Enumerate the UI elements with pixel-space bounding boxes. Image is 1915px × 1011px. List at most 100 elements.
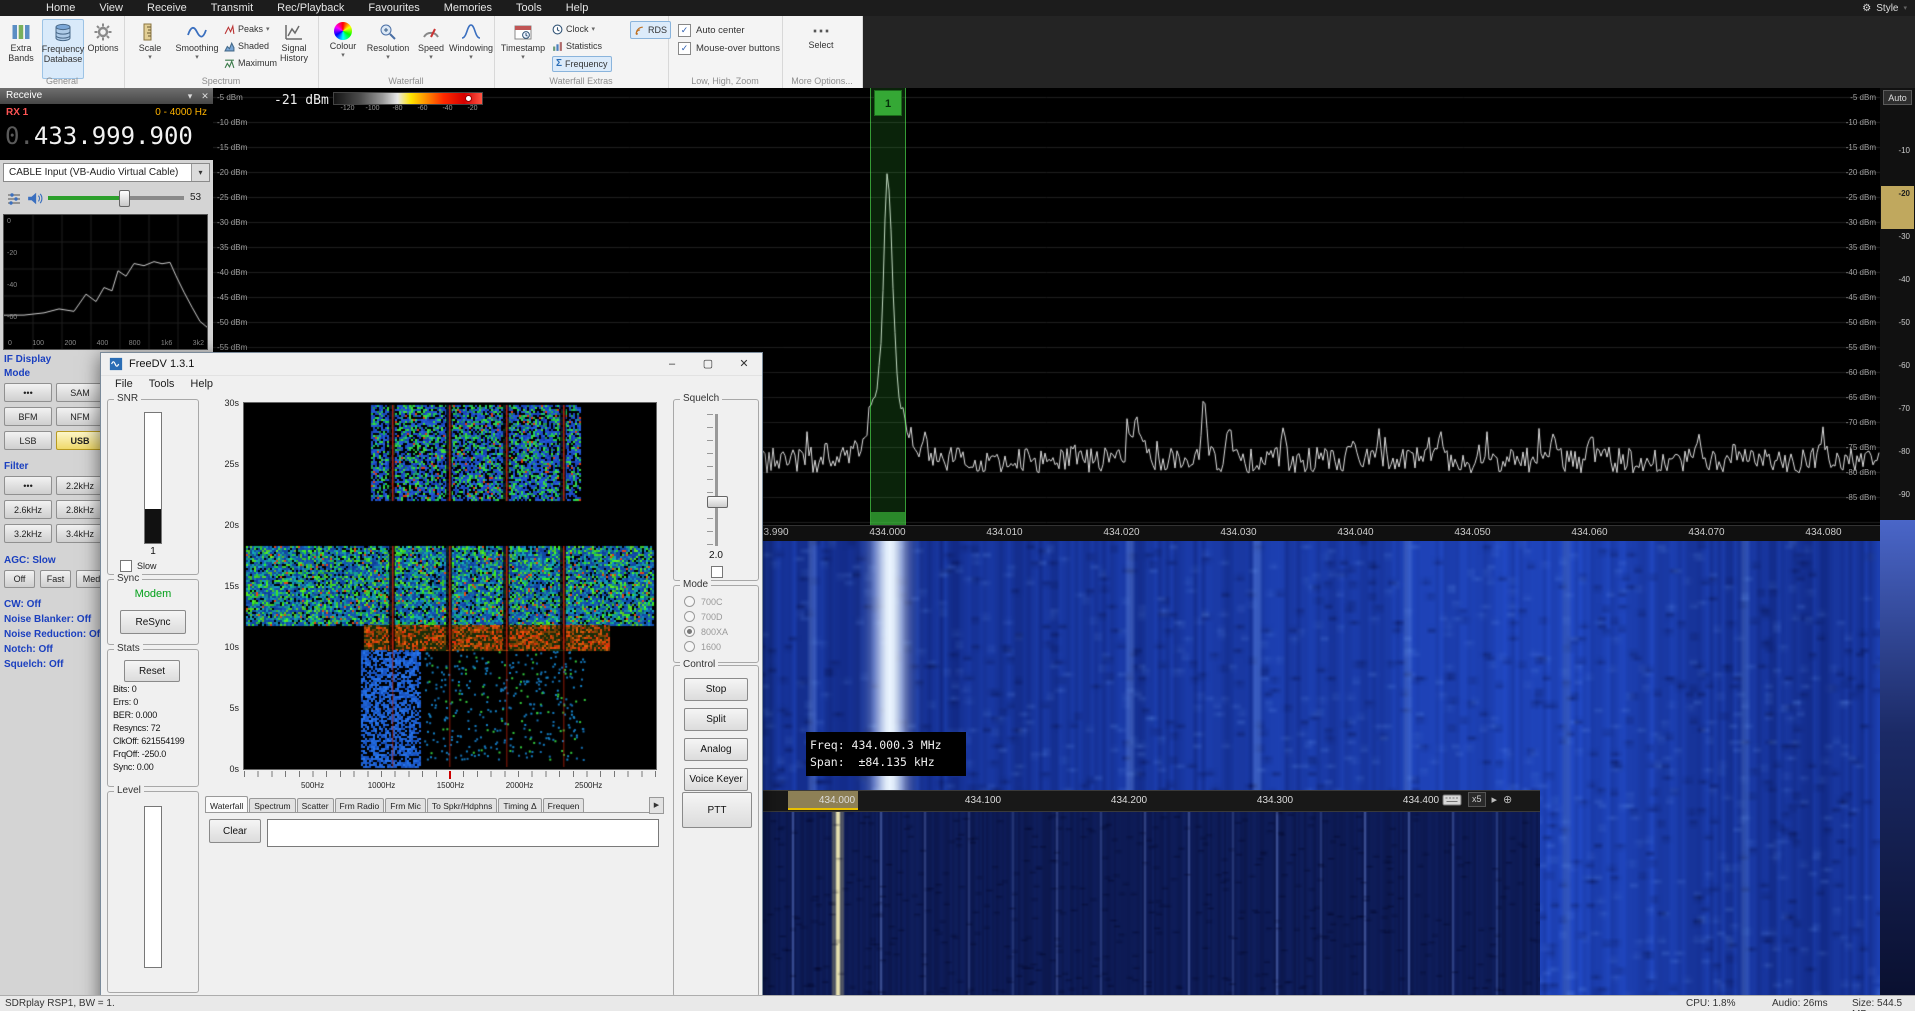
aux-waterfall-display[interactable] (760, 812, 1540, 995)
rds-toggle[interactable]: RDS (630, 21, 671, 39)
volume-slider[interactable] (48, 188, 184, 208)
menubar-item[interactable]: Home (34, 2, 87, 14)
mode-button[interactable]: BFM (4, 407, 52, 426)
shaded-button[interactable]: Shaded (224, 39, 269, 53)
mode-button[interactable]: USB (56, 431, 104, 450)
filter-button[interactable]: 2.6kHz (4, 500, 52, 519)
fdv-tab[interactable]: Frm Mic (385, 798, 426, 813)
fdv-tab[interactable]: Frequen (543, 798, 585, 813)
fdv-tab[interactable]: Spectrum (249, 798, 295, 813)
colour-button[interactable]: Colour ▾ (322, 19, 364, 77)
filter-button[interactable]: 3.2kHz (4, 524, 52, 543)
auto-scale-button[interactable]: Auto (1883, 90, 1912, 105)
menubar-item[interactable]: Help (554, 2, 601, 14)
frequency-toggle[interactable]: Σ Frequency (552, 56, 612, 72)
squelch-slider-handle[interactable] (707, 496, 728, 508)
auto-center-checkbox[interactable]: ✓ Auto center (678, 24, 745, 37)
freedv-menu-item[interactable]: Tools (141, 378, 183, 390)
panel-collapse-icon[interactable]: ▾ (183, 88, 197, 104)
mode-button[interactable]: SAM (56, 383, 104, 402)
fdv-mode-option[interactable]: 700D (684, 609, 728, 624)
menubar-item[interactable]: Receive (135, 2, 199, 14)
control-button[interactable]: Split (684, 708, 748, 731)
filter-button[interactable]: 3.4kHz (56, 524, 104, 543)
clock-button[interactable]: Clock ▾ (552, 22, 595, 36)
smoothing-button[interactable]: Smoothing ▾ (174, 19, 220, 77)
mouse-over-buttons-checkbox[interactable]: ✓ Mouse-over buttons (678, 42, 780, 55)
frequency-database-button[interactable]: Frequency Database (42, 19, 84, 79)
close-button[interactable]: ✕ (726, 353, 762, 375)
maximum-button[interactable]: Maximum (224, 56, 277, 70)
waterfall-palette-bar[interactable] (333, 92, 483, 105)
squelch-slider-track[interactable] (715, 414, 718, 546)
mode-button[interactable]: ••• (4, 383, 52, 402)
agc-button[interactable]: Off (4, 570, 35, 588)
squelch-checkbox[interactable] (711, 566, 723, 578)
maximize-button[interactable]: ▢ (690, 353, 726, 375)
fdv-mode-option[interactable]: 700C (684, 594, 728, 609)
frequency-display[interactable]: RX 1 0 - 4000 Hz 0.433.999.900 (0, 104, 213, 160)
receive-panel-header[interactable]: Receive ▾ ✕ (0, 88, 213, 104)
resync-button[interactable]: ReSync (120, 610, 186, 634)
tuned-frequency[interactable]: 0.433.999.900 (5, 122, 193, 150)
control-button[interactable]: Analog (684, 738, 748, 761)
vfo-band-highlight[interactable] (870, 88, 906, 525)
control-button[interactable]: Voice Keyer (684, 768, 748, 791)
fdv-tab[interactable]: Frm Radio (335, 798, 385, 813)
menubar-item[interactable]: View (87, 2, 135, 14)
vfo-marker[interactable]: 1 (874, 90, 902, 116)
resolution-button[interactable]: Resolution ▾ (365, 19, 411, 77)
if-spectrum-display[interactable] (4, 215, 207, 349)
freedv-titlebar[interactable]: FreeDV 1.3.1 – ▢ ✕ (101, 353, 762, 376)
volume-handle[interactable] (119, 190, 130, 207)
filter-button[interactable]: 2.8kHz (56, 500, 104, 519)
style-selector[interactable]: ⚙ Style ▾ (1862, 0, 1907, 16)
menubar-item[interactable]: Rec/Playback (265, 2, 356, 14)
reset-button[interactable]: Reset (124, 660, 180, 682)
select-button[interactable]: ⋯ Select (798, 19, 844, 77)
menubar-item[interactable]: Tools (504, 2, 554, 14)
ptt-button[interactable]: PTT (682, 792, 752, 828)
panel-close-icon[interactable]: ✕ (198, 88, 212, 104)
menubar-item[interactable]: Memories (432, 2, 504, 14)
mode-button[interactable]: NFM (56, 407, 104, 426)
menubar-item[interactable]: Transmit (199, 2, 265, 14)
fdv-tab[interactable]: To Spkr/Hdphns (427, 798, 497, 813)
fdv-waterfall-display[interactable] (244, 403, 656, 769)
agc-button[interactable]: Fast (40, 570, 71, 588)
clear-button[interactable]: Clear (209, 819, 261, 843)
freedv-menu-item[interactable]: File (107, 378, 141, 390)
options-button[interactable]: Options (84, 19, 122, 77)
minimize-button[interactable]: – (654, 353, 690, 375)
fdv-tab[interactable]: Timing Δ (498, 798, 541, 813)
speaker-icon[interactable] (27, 191, 43, 206)
filter-button[interactable]: ••• (4, 476, 52, 495)
fdv-tab[interactable]: Scatter (297, 798, 334, 813)
audio-input-select[interactable]: CABLE Input (VB-Audio Virtual Cable) ▾ (3, 163, 210, 182)
scale-button[interactable]: Scale ▾ (130, 19, 170, 77)
extra-bands-button[interactable]: Extra Bands (2, 19, 40, 77)
tab-scroll-right-icon[interactable]: ▶ (649, 797, 664, 814)
control-button[interactable]: Stop (684, 678, 748, 701)
speed-button[interactable]: Speed ▾ (412, 19, 450, 77)
peaks-button[interactable]: Peaks ▾ (224, 22, 270, 36)
text-output-field[interactable] (267, 819, 659, 847)
freedv-menu-item[interactable]: Help (182, 378, 221, 390)
zoom-in-icon[interactable]: ⊕ (1503, 793, 1512, 807)
keyboard-icon[interactable] (1442, 793, 1462, 807)
pan-right-icon[interactable]: ▸ (1492, 793, 1498, 807)
filter-button[interactable]: 2.2kHz (56, 476, 104, 495)
zoom-factor-button[interactable]: x5 (1468, 792, 1486, 807)
menubar-item[interactable]: Favourites (356, 2, 431, 14)
audio-settings-icon[interactable] (6, 191, 22, 206)
dbm-label: -40 dBm (217, 268, 247, 293)
fdv-mode-option[interactable]: 800XA (684, 624, 728, 639)
signal-history-button[interactable]: Signal History (272, 19, 316, 77)
statistics-button[interactable]: Statistics (552, 39, 602, 53)
windowing-button[interactable]: Windowing ▾ (450, 19, 492, 77)
fdv-tab[interactable]: Waterfall (205, 796, 248, 813)
mode-button[interactable]: LSB (4, 431, 52, 450)
snr-slow-checkbox[interactable]: Slow (120, 560, 157, 572)
fdv-mode-option[interactable]: 1600 (684, 639, 728, 654)
timestamp-button[interactable]: Timestamp ▾ (500, 19, 546, 77)
